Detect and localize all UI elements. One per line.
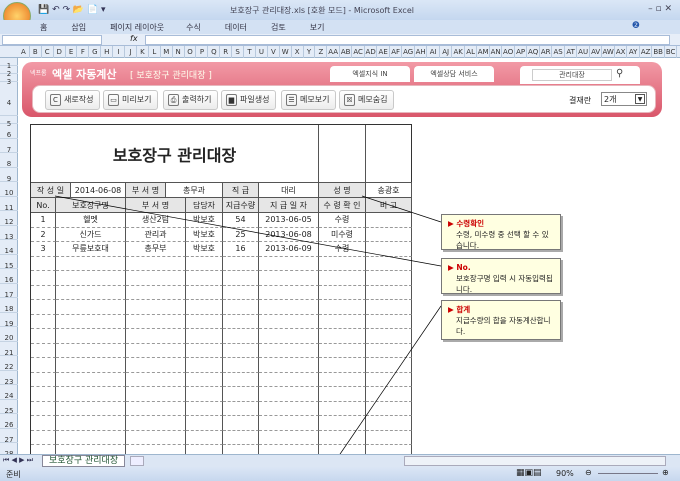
- comment-title: ▶ 합계: [448, 304, 554, 315]
- connector-line: [335, 305, 442, 461]
- zoom-slider[interactable]: [598, 473, 658, 474]
- zoom-in-icon[interactable]: ⊕: [662, 468, 669, 477]
- comment-box: ▶ 수령확인 수령, 미수령 중 선택 할 수 있습니다.: [441, 214, 561, 250]
- comment-title: ▶ 수령확인: [448, 218, 554, 229]
- sheet-nav-icons[interactable]: ⏮ ◀ ▶ ⏭: [3, 456, 33, 465]
- new-sheet-tab[interactable]: [130, 456, 144, 466]
- status-bar: 준비 ▦▣▤ 90% ⊖ ⊕: [0, 467, 680, 481]
- comment-text: 지급수량의 합을 자동계산합니다.: [456, 316, 551, 336]
- comment-title-text: 합계: [456, 305, 471, 314]
- comment-title-text: No.: [456, 263, 471, 272]
- comment-title: ▶ No.: [448, 262, 554, 273]
- zoom-out-icon[interactable]: ⊖: [585, 468, 592, 477]
- horizontal-scrollbar[interactable]: [404, 456, 666, 466]
- comment-text: 수령, 미수령 중 선택 할 수 있습니다.: [456, 230, 549, 250]
- zoom-level[interactable]: 90%: [556, 469, 574, 478]
- status-ready: 준비: [6, 470, 21, 479]
- comment-title-text: 수령확인: [456, 219, 484, 228]
- view-buttons[interactable]: ▦▣▤: [516, 468, 542, 478]
- comment-box: ▶ 합계 지급수량의 합을 자동계산합니다.: [441, 300, 561, 340]
- comment-text: 보호장구명 입력 시 자동입력됩니다.: [456, 274, 553, 294]
- connector-line: [54, 195, 442, 267]
- sheet-tab-active[interactable]: 보호장구 관리대장: [42, 455, 126, 467]
- connector-line: [361, 195, 442, 223]
- sheet-tabs-bar: ⏮ ◀ ▶ ⏭ 보호장구 관리대장: [0, 454, 680, 467]
- comment-connectors: [54, 195, 442, 461]
- comment-box: ▶ No. 보호장구명 입력 시 자동입력됩니다.: [441, 258, 561, 294]
